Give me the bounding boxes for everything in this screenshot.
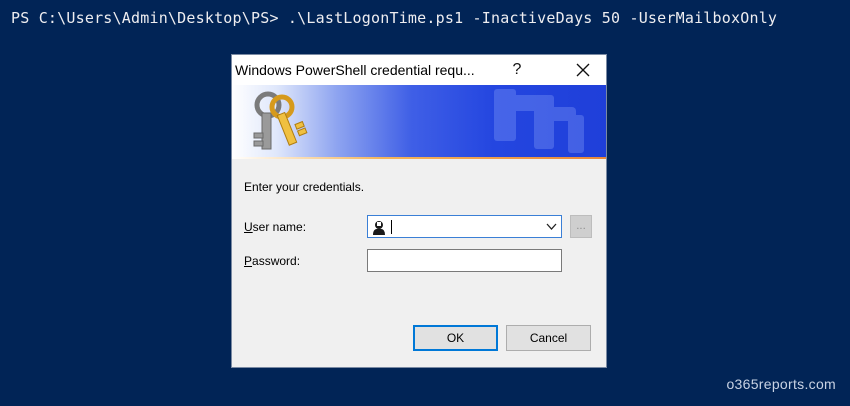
credential-dialog: Windows PowerShell credential requ... ? [231,54,607,368]
dialog-title: Windows PowerShell credential requ... [235,62,475,78]
chevron-down-icon[interactable] [546,221,557,232]
username-label-accel: U [244,220,253,234]
password-label: Password: [244,254,300,268]
username-label: User name: [244,220,306,234]
help-button[interactable]: ? [502,56,532,84]
dialog-banner [232,85,606,157]
credentials-prompt: Enter your credentials. [244,180,365,194]
text-caret [391,220,392,234]
ok-button[interactable]: OK [413,325,498,351]
password-field[interactable] [367,249,562,272]
dialog-titlebar[interactable]: Windows PowerShell credential requ... ? [232,55,606,85]
cancel-button[interactable]: Cancel [506,325,591,351]
username-combobox[interactable] [367,215,562,238]
user-icon [371,219,387,235]
password-label-accel: P [244,254,253,268]
password-label-text: assword: [252,254,301,268]
username-label-text: ser name: [252,220,307,234]
close-icon [576,63,590,77]
close-button[interactable] [561,56,605,84]
keys-icon [253,91,308,150]
watermark: o365reports.com [726,376,836,392]
browse-users-button[interactable]: ... [570,215,592,238]
console-command-line: PS C:\Users\Admin\Desktop\PS> .\LastLogo… [11,9,778,27]
banner-divider [232,157,606,159]
